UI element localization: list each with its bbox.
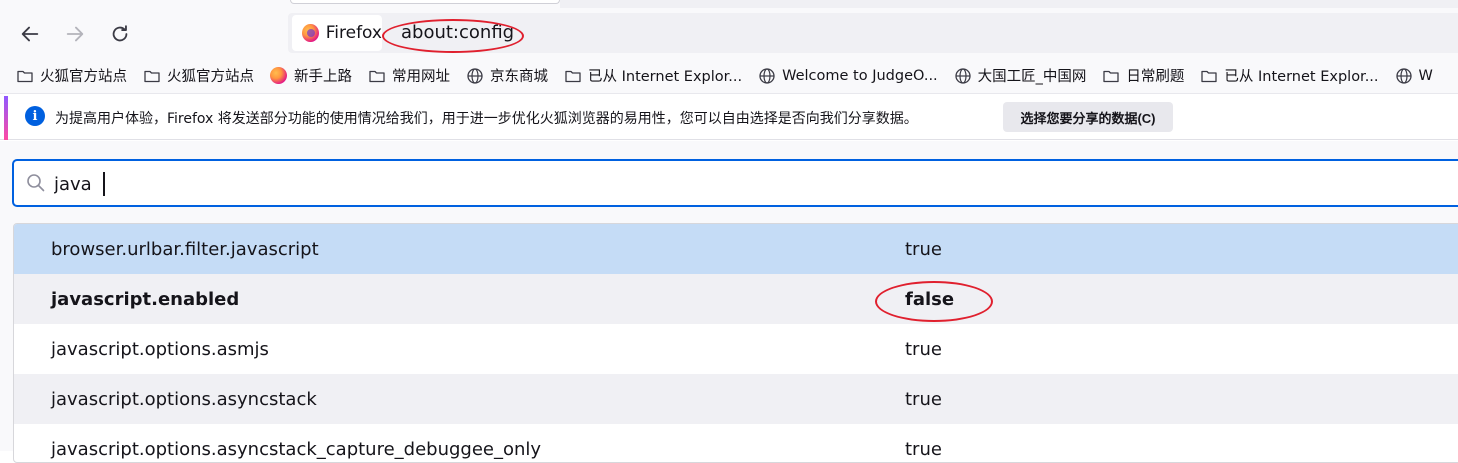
folder-icon bbox=[16, 67, 34, 85]
pref-value[interactable]: true bbox=[905, 239, 942, 260]
identity-box[interactable]: Firefox bbox=[292, 15, 382, 51]
bookmark-item[interactable]: Welcome to JudgeO... bbox=[758, 67, 938, 85]
globe-icon bbox=[1395, 67, 1413, 85]
reload-button[interactable] bbox=[104, 18, 136, 50]
config-page: browser.urlbar.filter.javascripttruejava… bbox=[0, 141, 1458, 463]
bookmark-label: W bbox=[1418, 67, 1433, 84]
bookmark-item[interactable]: 日常刷题 bbox=[1102, 65, 1184, 86]
back-arrow-icon bbox=[21, 26, 39, 42]
navigation-toolbar: Firefox about:config bbox=[0, 0, 1458, 58]
bookmark-item[interactable]: W bbox=[1395, 67, 1433, 85]
folder-icon bbox=[143, 67, 161, 85]
pref-value[interactable]: true bbox=[905, 389, 942, 410]
bookmark-label: Welcome to JudgeO... bbox=[782, 67, 938, 84]
firefox-logo-icon bbox=[302, 24, 319, 42]
bookmark-item[interactable]: 大国工匠_中国网 bbox=[954, 65, 1087, 86]
pref-name: javascript.options.asmjs bbox=[51, 338, 269, 360]
notification-accent bbox=[4, 96, 8, 140]
bookmark-item[interactable]: 京东商城 bbox=[466, 65, 548, 86]
pref-row[interactable]: browser.urlbar.filter.javascript true bbox=[14, 224, 1458, 274]
identity-label: Firefox bbox=[325, 23, 382, 43]
choose-data-button[interactable]: 选择您要分享的数据(C) bbox=[1003, 102, 1173, 132]
globe-icon bbox=[954, 67, 972, 85]
bookmark-item[interactable]: 新手上路 bbox=[270, 65, 352, 86]
text-caret bbox=[103, 172, 105, 196]
bookmark-label: 新手上路 bbox=[294, 69, 352, 85]
pref-value[interactable]: true bbox=[905, 439, 942, 460]
bookmark-item[interactable]: 火狐官方站点 bbox=[16, 65, 127, 86]
pref-name: javascript.enabled bbox=[51, 288, 240, 310]
back-button[interactable] bbox=[14, 18, 46, 50]
pref-row[interactable]: javascript.options.asyncstack_capture_de… bbox=[14, 424, 1458, 462]
notification-text: 为提高用户体验，Firefox 将发送部分功能的使用情况给我们，用于进一步优化火… bbox=[55, 111, 918, 127]
prefs-table: browser.urlbar.filter.javascript true java… bbox=[13, 223, 1458, 463]
pref-row[interactable]: javascript.options.asyncstack true bbox=[14, 374, 1458, 424]
pref-row[interactable]: javascript.enabled false bbox=[14, 274, 1458, 324]
bookmark-label: 已从 Internet Explor... bbox=[588, 69, 743, 85]
pref-value[interactable]: true bbox=[905, 339, 942, 360]
tab-strip bbox=[560, 0, 1458, 8]
bookmarks-toolbar: 火狐官方站点 火狐官方站点 新手上路 常用网址 京东商城 已从 Internet Expl… bbox=[0, 58, 1458, 94]
bookmark-item[interactable]: 常用网址 bbox=[368, 65, 450, 86]
search-box[interactable] bbox=[12, 159, 1458, 207]
bookmark-label: 京东商城 bbox=[490, 69, 548, 85]
info-icon: i bbox=[25, 106, 45, 126]
bookmark-item[interactable]: 已从 Internet Explor... bbox=[564, 65, 742, 86]
folder-icon bbox=[1102, 67, 1120, 85]
active-tab-edge[interactable] bbox=[290, 0, 560, 4]
bookmark-label: 火狐官方站点 bbox=[167, 69, 254, 85]
url-text[interactable]: about:config bbox=[401, 22, 514, 43]
notification-bar: i 为提高用户体验，Firefox 将发送部分功能的使用情况给我们，用于进一步优… bbox=[0, 96, 1458, 140]
reload-icon bbox=[112, 25, 128, 42]
pref-value[interactable]: false bbox=[905, 289, 954, 310]
search-input[interactable] bbox=[54, 171, 654, 197]
pref-row[interactable]: javascript.options.asmjs true bbox=[14, 324, 1458, 374]
bookmark-item[interactable]: 已从 Internet Explor... bbox=[1200, 65, 1379, 86]
pref-name: browser.urlbar.filter.javascript bbox=[51, 238, 319, 260]
forward-arrow-icon bbox=[66, 26, 84, 42]
globe-icon bbox=[758, 67, 776, 85]
globe-icon bbox=[466, 67, 484, 85]
bookmark-item[interactable]: 火狐官方站点 bbox=[143, 65, 254, 86]
pref-name: javascript.options.asyncstack bbox=[51, 388, 317, 410]
folder-icon bbox=[1200, 67, 1218, 85]
bookmark-label: 日常刷题 bbox=[1126, 69, 1185, 85]
bookmark-label: 常用网址 bbox=[392, 69, 450, 85]
folder-icon bbox=[564, 67, 582, 85]
bookmark-label: 已从 Internet Explor... bbox=[1224, 69, 1379, 85]
bookmark-label: 火狐官方站点 bbox=[40, 69, 127, 85]
firefox-logo-icon bbox=[270, 67, 287, 84]
bookmark-label: 大国工匠_中国网 bbox=[977, 69, 1087, 85]
search-icon bbox=[27, 174, 45, 192]
folder-icon bbox=[368, 67, 386, 85]
pref-name: javascript.options.asyncstack_capture_de… bbox=[51, 438, 542, 460]
forward-button[interactable] bbox=[59, 18, 91, 50]
